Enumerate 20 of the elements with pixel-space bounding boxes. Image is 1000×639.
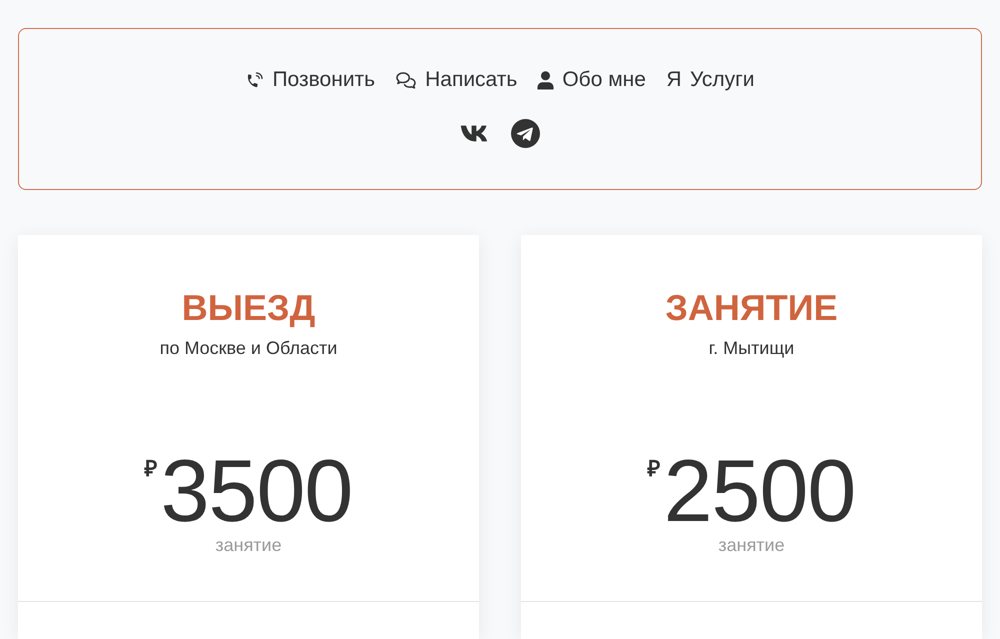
person-icon <box>537 70 554 90</box>
message-link[interactable]: Написать <box>395 66 518 94</box>
paper-plane-icon[interactable] <box>511 118 540 148</box>
logo-icon[interactable] <box>460 124 490 142</box>
currency-sign: ₽ <box>144 458 158 480</box>
chat-bubbles-icon <box>395 71 418 89</box>
price-unit: занятие <box>215 534 282 557</box>
letter-icon: Я <box>666 68 682 92</box>
card-title: ВЫЕЗД <box>182 286 316 329</box>
card-subtitle: г. Мытищи <box>708 337 794 360</box>
card-title: ЗАНЯТИЕ <box>665 286 838 329</box>
card-subtitle: по Москве и Области <box>160 337 338 360</box>
phone-icon <box>245 70 264 90</box>
services-link[interactable]: Я Услуги <box>666 66 755 94</box>
currency-sign: ₽ <box>648 458 661 480</box>
price-amount: 2500 <box>664 447 856 535</box>
price-unit: занятие <box>718 534 785 557</box>
price-amount: 3500 <box>160 447 352 535</box>
call-link[interactable]: Позвонить <box>245 66 376 94</box>
about-link[interactable]: Обо мне <box>537 66 646 94</box>
